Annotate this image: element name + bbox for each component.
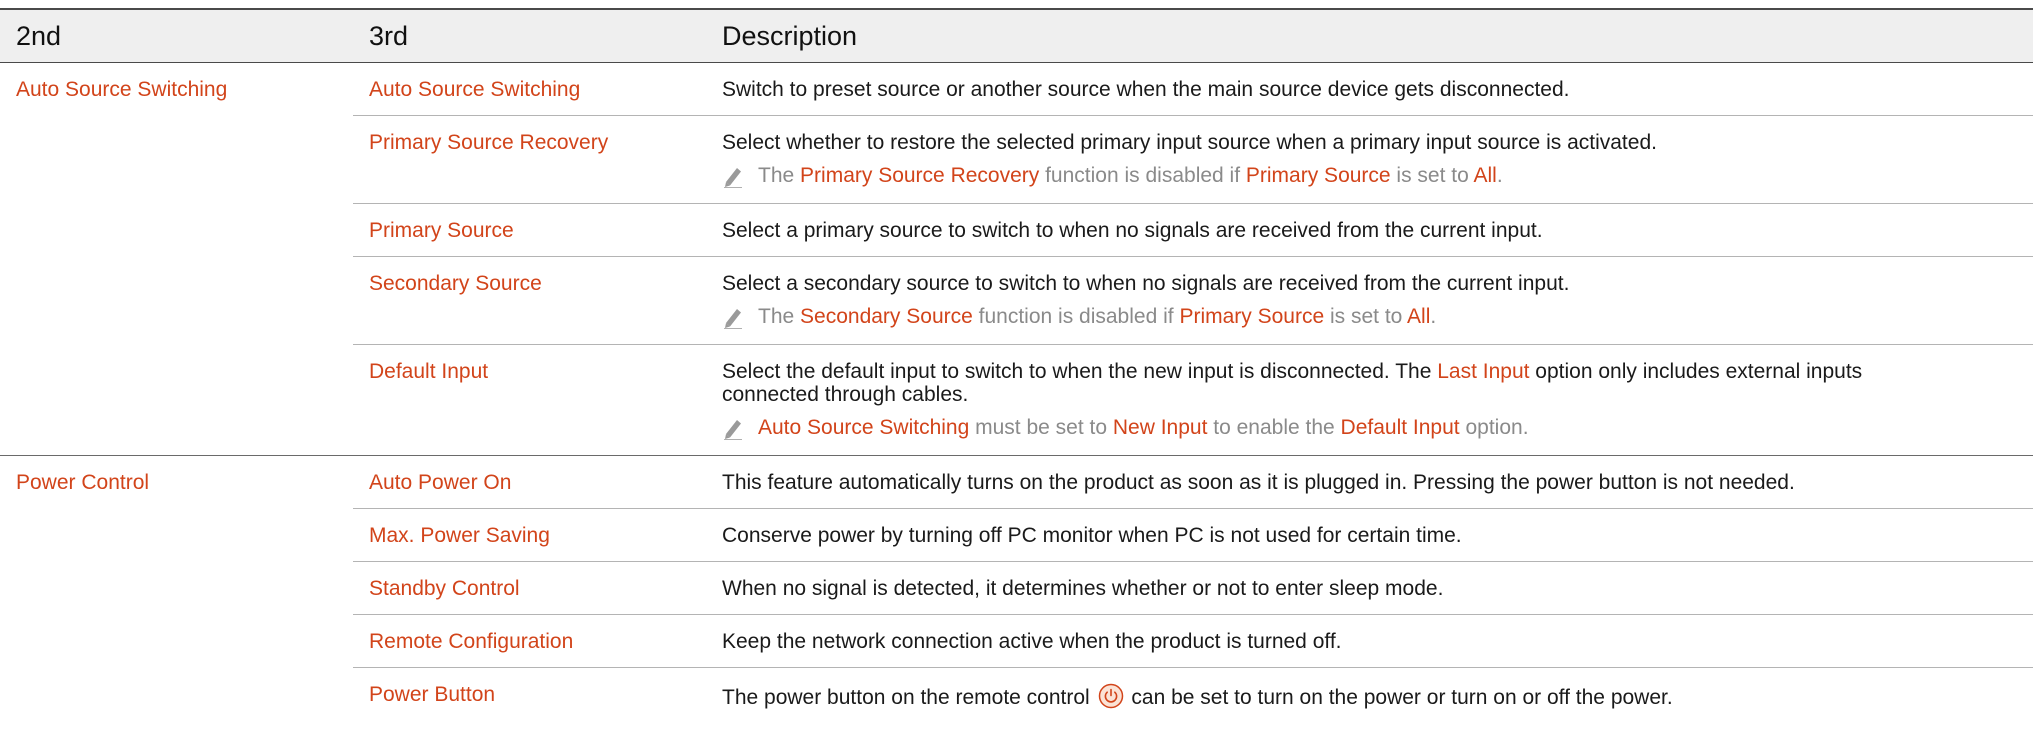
setting-name: Standby Control	[353, 561, 706, 615]
header-3rd: 3rd	[353, 8, 706, 63]
note: The Secondary Source function is disable…	[722, 304, 2013, 330]
setting-description: Select a secondary source to switch to w…	[722, 272, 1570, 295]
note-text: The Secondary Source function is disable…	[758, 305, 1437, 328]
table-header: 2nd 3rd Description	[0, 8, 2033, 63]
note-text: Auto Source Switching must be set to New…	[758, 416, 1529, 439]
header-2nd: 2nd	[0, 8, 353, 63]
setting-description: The power button on the remote control c…	[706, 667, 2033, 723]
setting-name: Power Button	[353, 667, 706, 723]
setting-name: Remote Configuration	[353, 614, 706, 668]
setting-description: When no signal is detected, it determine…	[706, 561, 2033, 615]
power-button-icon	[1098, 683, 1123, 709]
settings-table: 2nd 3rd Description Auto Source Switchin…	[0, 8, 2033, 723]
setting-description: Conserve power by turning off PC monitor…	[706, 508, 2033, 562]
note-text: The Primary Source Recovery function is …	[758, 164, 1503, 187]
group-label-auto-source-switching: Auto Source Switching	[16, 78, 228, 101]
setting-description-cell: Select a secondary source to switch to w…	[706, 256, 2033, 345]
setting-name: Auto Source Switching	[369, 78, 581, 101]
setting-description: Switch to preset source or another sourc…	[722, 78, 1570, 101]
setting-name: Max. Power Saving	[353, 508, 706, 562]
table-row: Power Control Auto Power On This feature…	[0, 455, 2033, 723]
pencil-note-icon	[724, 168, 742, 188]
setting-description: Keep the network connection active when …	[706, 614, 2033, 668]
table-row: Auto Source Switching Auto Source Switch…	[0, 63, 2033, 116]
pencil-note-icon	[724, 309, 742, 329]
pencil-note-icon	[724, 420, 742, 440]
setting-name: Primary Source	[353, 203, 706, 257]
setting-name: Secondary Source	[353, 256, 706, 345]
setting-description-cell: Select the default input to switch to wh…	[706, 344, 2033, 456]
setting-description: This feature automatically turns on the …	[706, 455, 2033, 509]
setting-name: Auto Power On	[353, 455, 706, 509]
setting-name: Primary Source Recovery	[353, 115, 706, 204]
note: The Primary Source Recovery function is …	[722, 163, 2013, 189]
setting-description-cell: Select whether to restore the selected p…	[706, 115, 2033, 204]
header-description: Description	[706, 8, 2033, 63]
setting-description: Select whether to restore the selected p…	[722, 131, 1657, 154]
setting-description: Select the default input to switch to wh…	[722, 360, 1863, 383]
note: Auto Source Switching must be set to New…	[722, 415, 2013, 441]
setting-name: Default Input	[353, 344, 706, 456]
group-label-power-control: Power Control	[0, 455, 353, 723]
setting-description-continued: connected through cables.	[722, 383, 969, 406]
setting-description: Select a primary source to switch to whe…	[706, 203, 2033, 257]
